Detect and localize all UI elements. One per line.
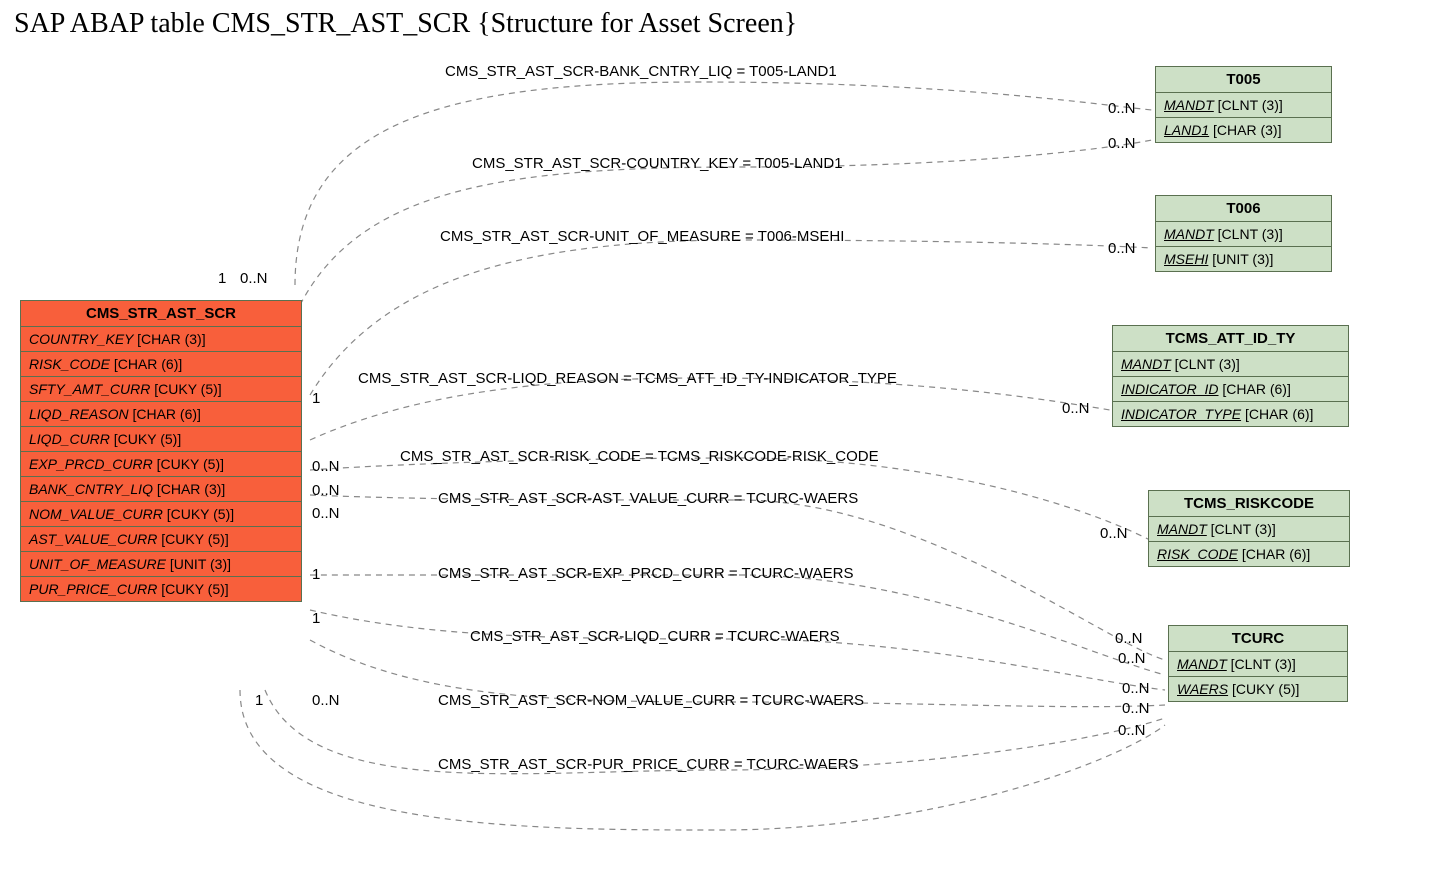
cardinality: 0..N (312, 482, 340, 499)
entity-tcms-riskcode: TCMS_RISKCODE MANDT [CLNT (3)] RISK_CODE… (1148, 490, 1350, 567)
cardinality: 1 (218, 270, 226, 287)
field-row: INDICATOR_ID [CHAR (6)] (1113, 377, 1348, 402)
field-row: NOM_VALUE_CURR [CUKY (5)] (21, 502, 301, 527)
field-row: LIQD_REASON [CHAR (6)] (21, 402, 301, 427)
cardinality: 0..N (1108, 100, 1136, 117)
cardinality: 0..N (1108, 135, 1136, 152)
cardinality: 0..N (1122, 700, 1150, 717)
field-row: MSEHI [UNIT (3)] (1156, 247, 1331, 271)
rel-label: CMS_STR_AST_SCR-BANK_CNTRY_LIQ = T005-LA… (445, 63, 837, 80)
entity-header: TCURC (1169, 626, 1347, 652)
entity-header: CMS_STR_AST_SCR (21, 301, 301, 327)
entity-header: T005 (1156, 67, 1331, 93)
cardinality: 1 (312, 390, 320, 407)
field-row: RISK_CODE [CHAR (6)] (21, 352, 301, 377)
entity-header: TCMS_RISKCODE (1149, 491, 1349, 517)
rel-label: CMS_STR_AST_SCR-COUNTRY_KEY = T005-LAND1 (472, 155, 843, 172)
field-row: MANDT [CLNT (3)] (1113, 352, 1348, 377)
field-row: MANDT [CLNT (3)] (1149, 517, 1349, 542)
field-row: MANDT [CLNT (3)] (1156, 222, 1331, 247)
rel-label: CMS_STR_AST_SCR-RISK_CODE = TCMS_RISKCOD… (400, 448, 879, 465)
rel-label: CMS_STR_AST_SCR-NOM_VALUE_CURR = TCURC-W… (438, 692, 864, 709)
field-row: RISK_CODE [CHAR (6)] (1149, 542, 1349, 566)
entity-tcms-att-id-ty: TCMS_ATT_ID_TY MANDT [CLNT (3)] INDICATO… (1112, 325, 1349, 427)
entity-header: T006 (1156, 196, 1331, 222)
field-row: PUR_PRICE_CURR [CUKY (5)] (21, 577, 301, 601)
rel-label: CMS_STR_AST_SCR-EXP_PRCD_CURR = TCURC-WA… (438, 565, 854, 582)
entity-t006: T006 MANDT [CLNT (3)] MSEHI [UNIT (3)] (1155, 195, 1332, 272)
rel-label: CMS_STR_AST_SCR-LIQD_REASON = TCMS_ATT_I… (358, 370, 897, 387)
rel-label: CMS_STR_AST_SCR-PUR_PRICE_CURR = TCURC-W… (438, 756, 858, 773)
field-row: WAERS [CUKY (5)] (1169, 677, 1347, 701)
cardinality: 0..N (1118, 650, 1146, 667)
cardinality: 1 (312, 610, 320, 627)
field-row: COUNTRY_KEY [CHAR (3)] (21, 327, 301, 352)
cardinality: 0..N (312, 458, 340, 475)
rel-label: CMS_STR_AST_SCR-AST_VALUE_CURR = TCURC-W… (438, 490, 858, 507)
cardinality: 0..N (1118, 722, 1146, 739)
entity-t005: T005 MANDT [CLNT (3)] LAND1 [CHAR (3)] (1155, 66, 1332, 143)
entity-cms-str-ast-scr: CMS_STR_AST_SCR COUNTRY_KEY [CHAR (3)] R… (20, 300, 302, 602)
field-row: BANK_CNTRY_LIQ [CHAR (3)] (21, 477, 301, 502)
field-row: LAND1 [CHAR (3)] (1156, 118, 1331, 142)
field-row: LIQD_CURR [CUKY (5)] (21, 427, 301, 452)
cardinality: 0..N (1108, 240, 1136, 257)
cardinality: 0..N (1122, 680, 1150, 697)
cardinality: 0..N (1062, 400, 1090, 417)
rel-label: CMS_STR_AST_SCR-UNIT_OF_MEASURE = T006-M… (440, 228, 844, 245)
field-row: MANDT [CLNT (3)] (1169, 652, 1347, 677)
diagram-title: SAP ABAP table CMS_STR_AST_SCR {Structur… (14, 8, 797, 40)
cardinality: 0..N (1115, 630, 1143, 647)
cardinality: 0..N (1100, 525, 1128, 542)
cardinality: 0..N (312, 692, 340, 709)
entity-header: TCMS_ATT_ID_TY (1113, 326, 1348, 352)
cardinality: 1 (255, 692, 263, 709)
field-row: EXP_PRCD_CURR [CUKY (5)] (21, 452, 301, 477)
cardinality: 0..N (312, 505, 340, 522)
field-row: INDICATOR_TYPE [CHAR (6)] (1113, 402, 1348, 426)
field-row: AST_VALUE_CURR [CUKY (5)] (21, 527, 301, 552)
cardinality: 0..N (240, 270, 268, 287)
rel-label: CMS_STR_AST_SCR-LIQD_CURR = TCURC-WAERS (470, 628, 840, 645)
entity-tcurc: TCURC MANDT [CLNT (3)] WAERS [CUKY (5)] (1168, 625, 1348, 702)
field-row: SFTY_AMT_CURR [CUKY (5)] (21, 377, 301, 402)
cardinality: 1 (312, 566, 320, 583)
field-row: MANDT [CLNT (3)] (1156, 93, 1331, 118)
field-row: UNIT_OF_MEASURE [UNIT (3)] (21, 552, 301, 577)
